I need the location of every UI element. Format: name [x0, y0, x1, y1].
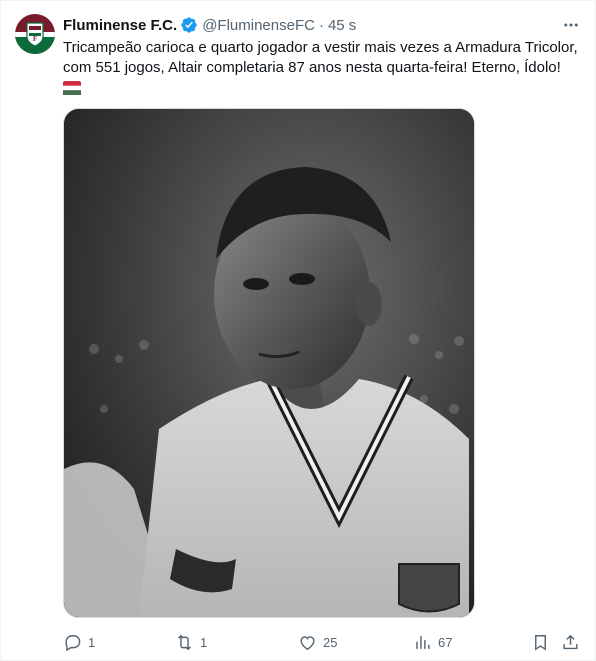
- svg-text:F: F: [33, 35, 37, 43]
- reply-button[interactable]: 1: [63, 631, 95, 653]
- author-handle[interactable]: @FluminenseFC: [202, 17, 315, 34]
- verified-badge-icon: [181, 17, 197, 33]
- tweet[interactable]: F Fluminense F.C. @FluminenseFC · 45 s T…: [0, 0, 596, 661]
- reply-count: 1: [88, 634, 96, 650]
- repost-icon: [178, 634, 191, 650]
- share-button[interactable]: [561, 631, 580, 653]
- repost-count: 1: [200, 634, 208, 650]
- views-button[interactable]: 67: [413, 631, 452, 653]
- share-icon: [563, 634, 578, 649]
- heart-icon: [300, 635, 315, 650]
- author-name[interactable]: Fluminense F.C.: [63, 17, 177, 34]
- more-horizontal-icon: [564, 23, 578, 27]
- player-portrait-image: [64, 109, 474, 617]
- analytics-bar-icon: [416, 635, 430, 649]
- like-count: 25: [323, 634, 338, 650]
- bookmark-icon: [535, 634, 546, 651]
- avatar[interactable]: F: [15, 14, 55, 54]
- separator-dot: ·: [318, 16, 324, 34]
- reply-icon: [65, 634, 81, 651]
- repost-button[interactable]: 1: [175, 631, 207, 653]
- post-text: Tricampeão carioca e quarto jogador a ve…: [63, 39, 578, 76]
- post-timestamp[interactable]: 45 s: [328, 17, 356, 34]
- post-actions-bar: 1 1 25 67: [63, 631, 583, 653]
- post-header: Fluminense F.C. @FluminenseFC · 45 s: [63, 15, 356, 35]
- like-button[interactable]: 25: [298, 631, 337, 653]
- bookmark-button[interactable]: [531, 631, 550, 653]
- more-options-button[interactable]: [561, 15, 581, 35]
- post-media-photo[interactable]: [63, 108, 475, 618]
- hungary-flag-icon: [63, 81, 81, 95]
- fluminense-crest-icon: F: [15, 14, 55, 54]
- view-count: 67: [438, 634, 453, 650]
